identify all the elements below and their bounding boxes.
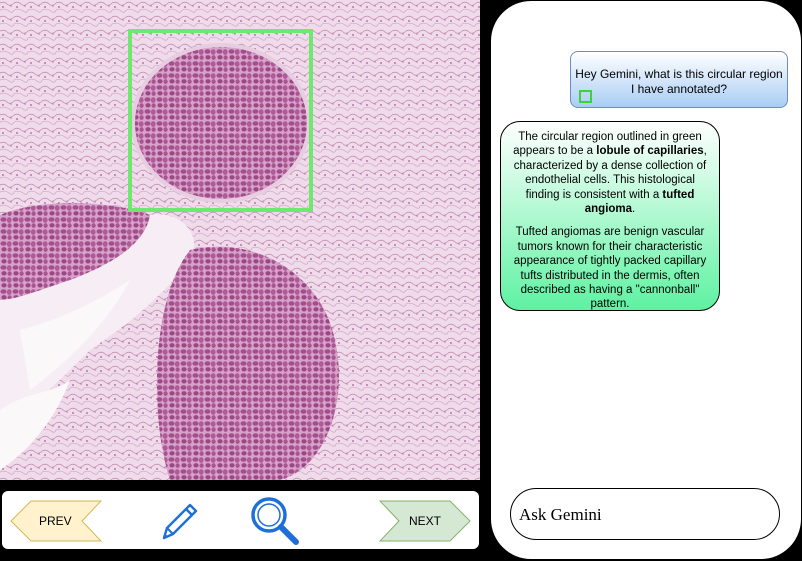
chat-panel: Hey Gemini, what is this circular region… <box>491 1 801 559</box>
slide-viewer[interactable] <box>0 0 480 480</box>
pen-icon[interactable] <box>156 497 204 550</box>
ai-paragraph-1: The circular region outlined in green ap… <box>513 131 707 216</box>
magnifier-icon[interactable] <box>248 494 304 555</box>
ai-paragraph-2: Tufted angiomas are benign vascular tumo… <box>513 226 707 311</box>
ai-message: The circular region outlined in green ap… <box>500 121 720 311</box>
user-message-text: Hey Gemini, what is this circular region… <box>575 67 783 96</box>
prev-label: PREV <box>39 514 72 528</box>
ask-gemini-input[interactable] <box>517 499 771 531</box>
histology-image <box>0 0 480 480</box>
next-button[interactable]: NEXT <box>379 500 471 542</box>
term-lobule: lobule of capillaries <box>596 145 704 158</box>
next-label: NEXT <box>409 514 442 528</box>
annotation-thumbnail-icon <box>579 90 592 103</box>
prev-button[interactable]: PREV <box>10 500 102 542</box>
user-message: Hey Gemini, what is this circular region… <box>570 51 788 108</box>
ask-input-container[interactable] <box>510 488 780 540</box>
toolbar: PREV NEXT <box>2 491 479 549</box>
